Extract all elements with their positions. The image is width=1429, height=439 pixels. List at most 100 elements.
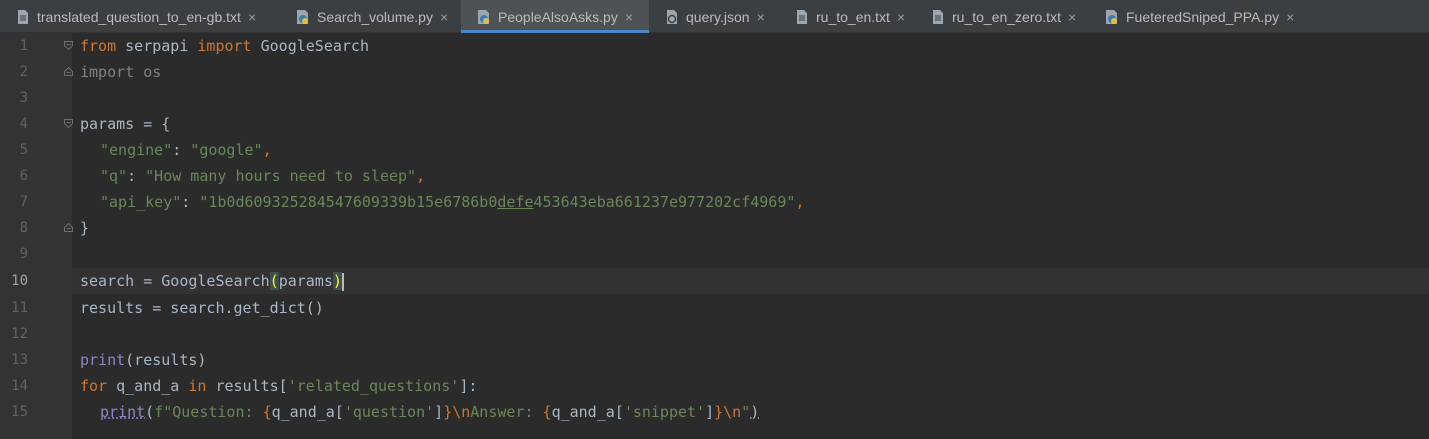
keyword: import: [197, 37, 252, 55]
fold-icon[interactable]: [64, 41, 73, 50]
code-token: ]: [705, 403, 715, 421]
python-file-icon: [1104, 9, 1120, 25]
code-token: q_and_a[: [271, 403, 344, 421]
code-line[interactable]: print(results): [80, 347, 206, 373]
code-token: (: [145, 403, 155, 421]
tab-label: translated_question_to_en-gb.txt: [37, 8, 241, 25]
tab-ru-to-en-zero[interactable]: ru_to_en_zero.txt ×: [915, 0, 1089, 33]
code-line[interactable]: print(f"Question: {q_and_a['question']}\…: [100, 399, 759, 425]
string-literal: "q": [100, 167, 128, 185]
line-number: 15: [11, 404, 28, 420]
close-icon[interactable]: ×: [248, 10, 256, 24]
tab-search-volume[interactable]: Search_volume.py ×: [280, 0, 461, 33]
text-file-icon: [15, 9, 31, 25]
fold-end-icon[interactable]: [64, 67, 73, 76]
line-number: 6: [19, 168, 28, 184]
string-literal: 453643eba661237e977202cf4969": [533, 193, 796, 211]
code-line[interactable]: "api_key": "1b0d609325284547609339b15e67…: [100, 189, 804, 215]
line-number: 12: [11, 326, 28, 342]
code-token: ): [750, 403, 760, 421]
tab-fuetered-sniped-ppa[interactable]: FueteredSniped_PPA.py ×: [1089, 0, 1309, 33]
line-number: 9: [19, 246, 28, 262]
line-number: 11: [11, 300, 28, 316]
code-line-current[interactable]: search = GoogleSearch(params): [80, 268, 344, 294]
code-token: params = {: [80, 115, 171, 133]
format-brace: }: [443, 403, 453, 421]
tab-label: PeopleAlsoAsks.py: [498, 8, 618, 25]
string-literal: ": [741, 403, 751, 421]
code-token: (results): [125, 351, 207, 369]
code-token: ]: [434, 403, 444, 421]
spellcheck-underlined-text: defe: [497, 193, 534, 211]
close-icon[interactable]: ×: [625, 10, 633, 24]
matched-bracket: ): [332, 272, 342, 290]
code-token: ]:: [459, 377, 478, 395]
code-token: results[: [206, 377, 288, 395]
escape-sequence: \n: [452, 403, 471, 421]
line-number: 1: [19, 38, 28, 54]
tab-translated-question[interactable]: translated_question_to_en-gb.txt ×: [0, 0, 284, 33]
tab-query-json[interactable]: query.json ×: [649, 0, 779, 33]
code-line[interactable]: "q": "How many hours need to sleep",: [100, 163, 425, 189]
code-token: os: [134, 63, 162, 81]
string-literal: "google": [190, 141, 263, 159]
string-literal: 'question': [343, 403, 435, 421]
matched-bracket: (: [269, 272, 279, 290]
python-file-icon: [476, 9, 492, 25]
code-line[interactable]: results = search.get_dict(): [80, 295, 324, 321]
format-brace: {: [262, 403, 272, 421]
line-number: 7: [19, 194, 28, 210]
tab-label: Search_volume.py: [317, 8, 433, 25]
escape-sequence: \n: [723, 403, 742, 421]
close-icon[interactable]: ×: [1068, 10, 1076, 24]
tab-ru-to-en[interactable]: ru_to_en.txt ×: [779, 0, 915, 33]
line-number: 3: [19, 90, 28, 106]
code-token: :: [127, 167, 146, 185]
line-number: 8: [19, 220, 28, 236]
json-file-icon: [664, 9, 680, 25]
code-line[interactable]: "engine": "google",: [100, 137, 272, 163]
string-literal: 'related_questions': [287, 377, 460, 395]
tab-label: FueteredSniped_PPA.py: [1126, 8, 1280, 25]
close-icon[interactable]: ×: [897, 10, 905, 24]
tab-people-also-asks[interactable]: PeopleAlsoAsks.py ×: [461, 0, 649, 33]
string-literal: f"Question:: [154, 403, 263, 421]
tab-label: ru_to_en.txt: [816, 8, 890, 25]
string-literal: "api_key": [100, 193, 182, 211]
code-token: serpapi: [116, 37, 198, 55]
fold-icon[interactable]: [64, 119, 73, 128]
code-token: ,: [416, 167, 426, 185]
code-token: params: [278, 272, 333, 290]
code-line[interactable]: }: [80, 215, 89, 241]
close-icon[interactable]: ×: [1286, 10, 1294, 24]
python-file-icon: [295, 9, 311, 25]
code-line[interactable]: for q_and_a in results['related_question…: [80, 373, 477, 399]
format-brace: }: [714, 403, 724, 421]
code-token: q_and_a: [107, 377, 189, 395]
builtin-function: print: [100, 403, 146, 421]
fold-end-icon[interactable]: [64, 223, 73, 232]
editor-tab-bar: translated_question_to_en-gb.txt × Searc…: [0, 0, 1429, 33]
line-number: 2: [19, 64, 28, 80]
builtin-function: print: [80, 351, 126, 369]
string-literal: "How many hours need to sleep": [145, 167, 417, 185]
string-literal: 'snippet': [623, 403, 706, 421]
code-token: :: [181, 193, 200, 211]
code-token: ,: [262, 141, 272, 159]
line-number: 4: [19, 116, 28, 132]
close-icon[interactable]: ×: [440, 10, 448, 24]
keyword-unused: import: [80, 63, 135, 81]
code-line[interactable]: import os: [80, 59, 161, 85]
code-token: q_and_a[: [551, 403, 624, 421]
line-number: 5: [19, 142, 28, 158]
code-token: results = search.get_dict(): [80, 299, 324, 317]
close-icon[interactable]: ×: [757, 10, 765, 24]
code-line[interactable]: from serpapi import GoogleSearch: [80, 33, 369, 59]
string-literal: "1b0d609325284547609339b15e6786b0: [199, 193, 498, 211]
code-line[interactable]: params = {: [80, 111, 170, 137]
code-token: GoogleSearch: [251, 37, 369, 55]
code-token: search = GoogleSearch: [80, 272, 270, 290]
code-token: }: [80, 219, 90, 237]
code-token: ,: [795, 193, 805, 211]
line-number-current: 10: [11, 273, 28, 289]
